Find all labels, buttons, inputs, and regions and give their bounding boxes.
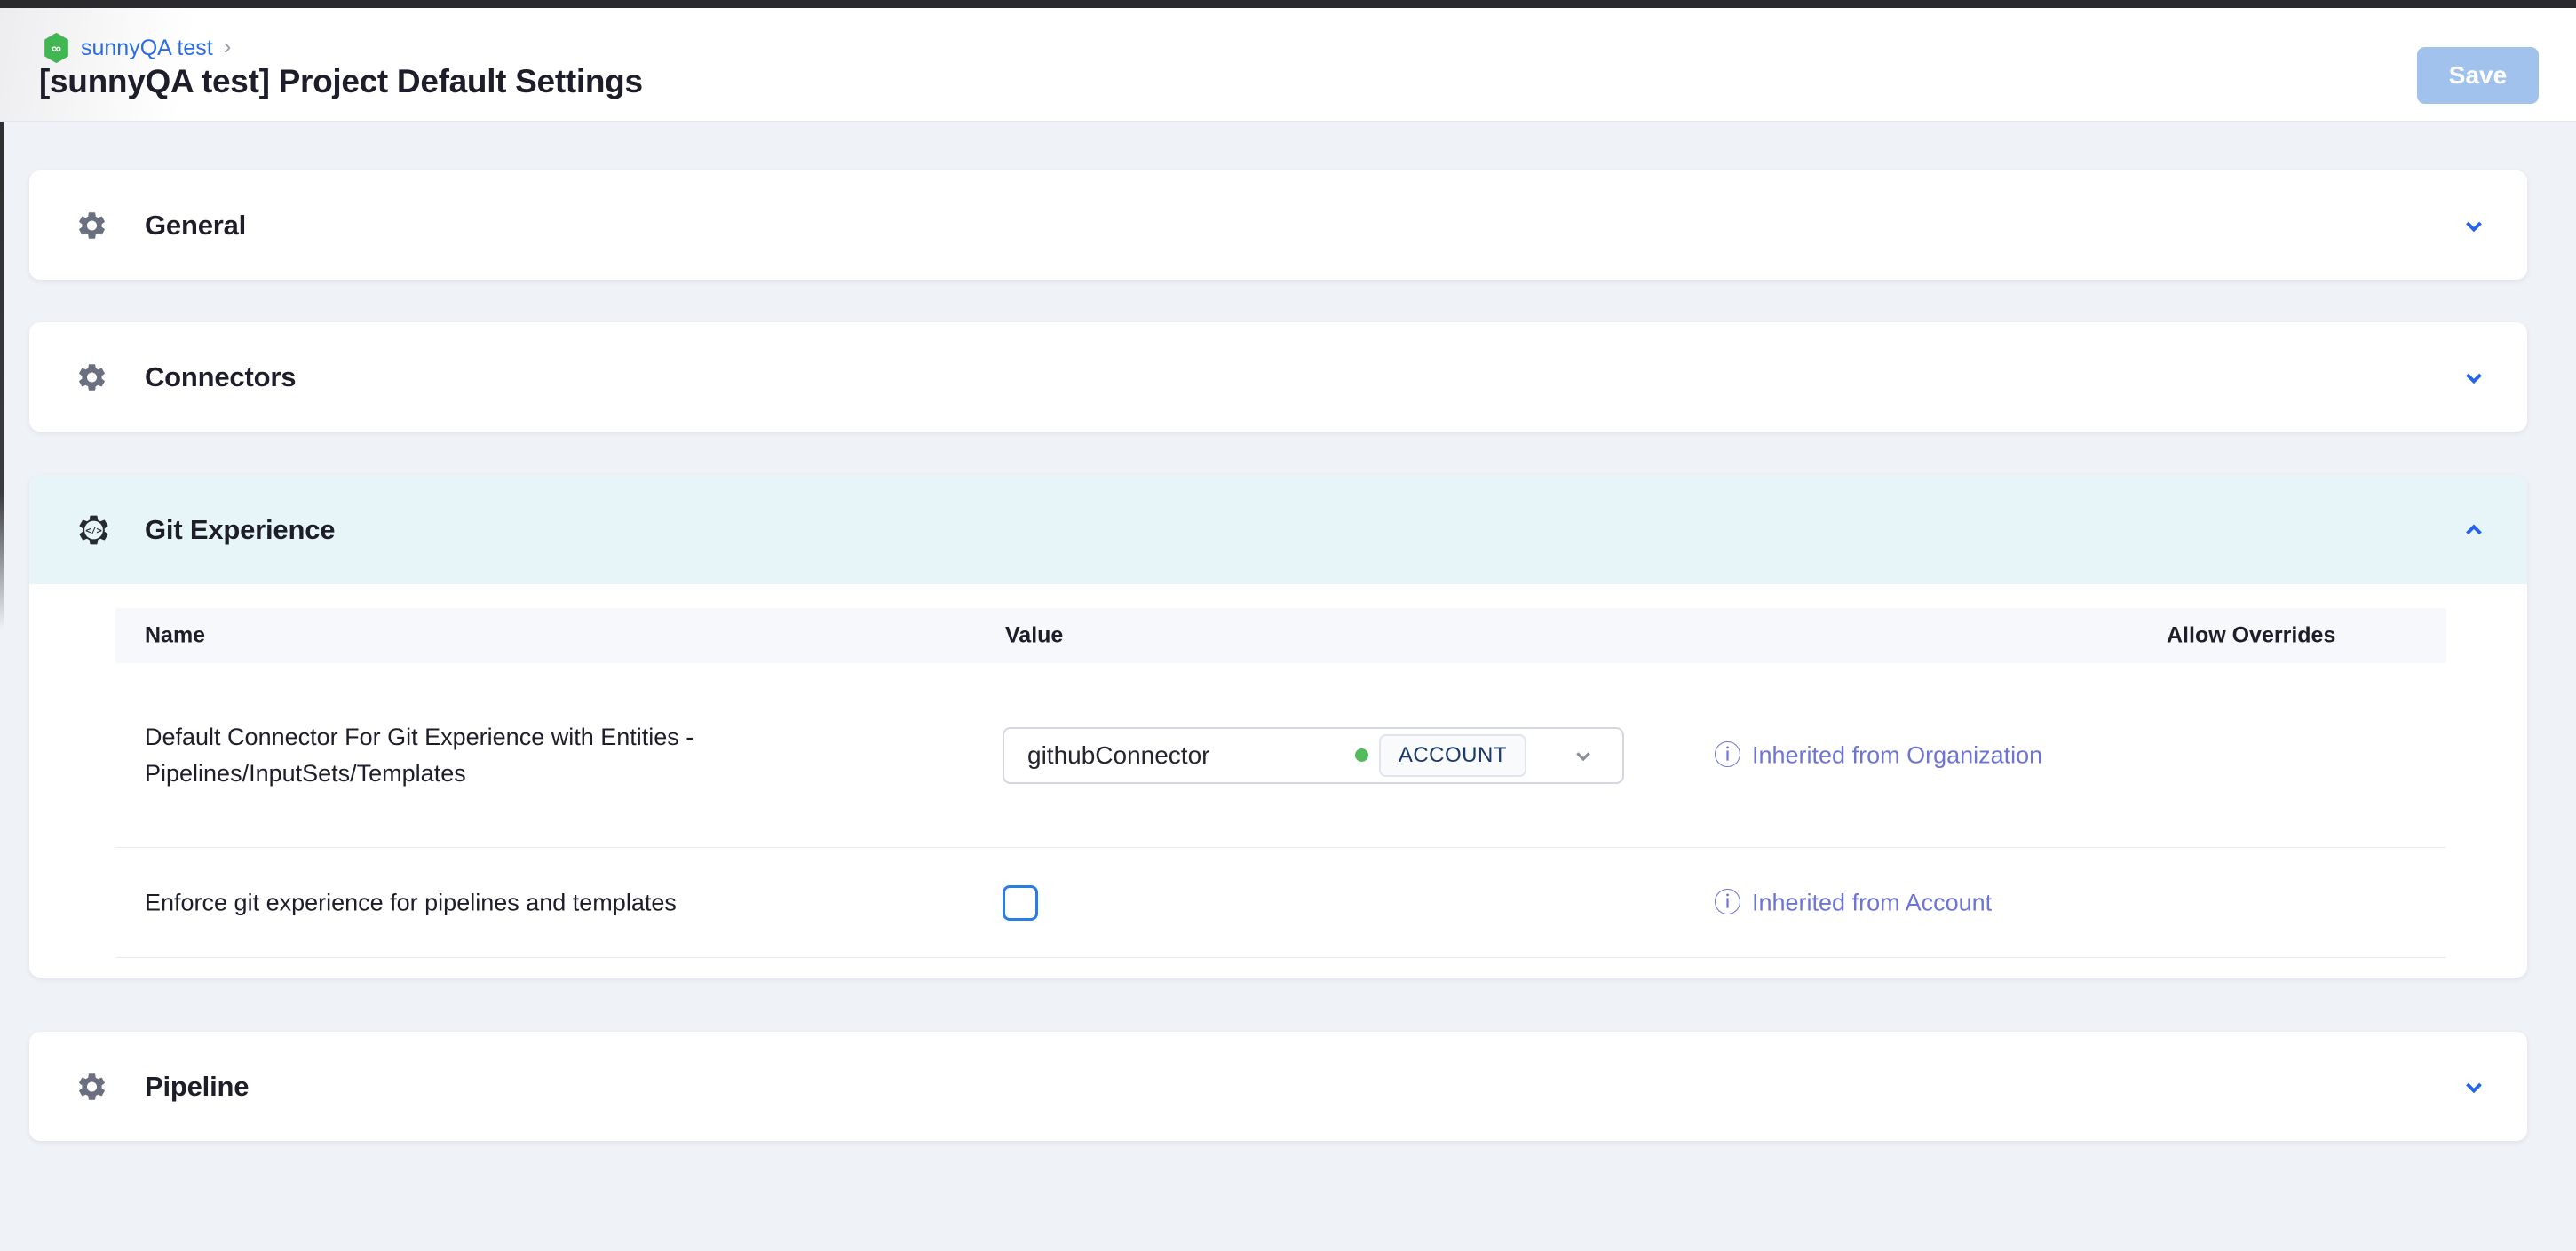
breadcrumb-project-link[interactable]: sunnyQA test: [81, 36, 213, 61]
section-card-pipeline: Pipeline: [29, 1032, 2527, 1141]
chevron-down-icon[interactable]: [2458, 361, 2490, 393]
section-card-git-experience: </> Git Experience Name Value Allow Over…: [29, 475, 2527, 978]
inherited-label: Inherited from Organization: [1752, 741, 2042, 769]
enforce-git-experience-checkbox[interactable]: [1003, 885, 1038, 921]
table-row-default-connector: Default Connector For Git Experience wit…: [115, 663, 2446, 848]
section-card-general: General: [29, 170, 2527, 280]
page-title: [sunnyQA test] Project Default Settings: [39, 63, 643, 100]
gear-icon: [75, 360, 108, 393]
page-header: ∞ sunnyQA test › [sunnyQA test] Project …: [0, 8, 2576, 122]
chevron-down-icon[interactable]: [1569, 741, 1597, 770]
column-header-name: Name: [145, 623, 205, 649]
chevron-down-icon[interactable]: [2458, 210, 2490, 241]
breadcrumb-chevron-icon: ›: [224, 33, 232, 60]
section-header-connectors[interactable]: Connectors: [29, 322, 2527, 432]
save-button[interactable]: Save: [2417, 47, 2539, 104]
gear-icon: [75, 209, 108, 241]
section-title-general: General: [145, 210, 246, 241]
window-top-bar: [0, 0, 2576, 8]
section-card-connectors: Connectors: [29, 322, 2527, 432]
breadcrumb: ∞ sunnyQA test ›: [43, 33, 231, 63]
svg-text:∞: ∞: [52, 41, 61, 56]
section-title-pipeline: Pipeline: [145, 1071, 249, 1103]
connector-select[interactable]: githubConnector ACCOUNT: [1003, 727, 1624, 784]
section-header-general[interactable]: General: [29, 170, 2527, 280]
setting-name: Default Connector For Git Experience wit…: [145, 719, 1011, 792]
git-settings-table: Name Value Allow Overrides Default Conne…: [115, 608, 2446, 958]
section-title-connectors: Connectors: [145, 361, 296, 393]
column-header-value: Value: [1005, 623, 1063, 649]
inherited-label: Inherited from Account: [1752, 889, 1992, 916]
section-header-pipeline[interactable]: Pipeline: [29, 1032, 2527, 1141]
gear-icon: [75, 1070, 108, 1103]
section-title-git-experience: Git Experience: [145, 514, 335, 546]
info-icon: ⓘ: [1714, 889, 1741, 916]
svg-text:</>: </>: [85, 525, 102, 535]
connector-select-value: githubConnector: [1027, 741, 1209, 770]
inherited-from-account-link[interactable]: ⓘ Inherited from Account: [1714, 889, 1992, 916]
project-hexagon-infinity-icon: ∞: [43, 33, 70, 63]
info-icon: ⓘ: [1714, 741, 1741, 769]
table-row-enforce-git-experience: Enforce git experience for pipelines and…: [115, 848, 2446, 958]
table-header-row: Name Value Allow Overrides: [115, 608, 2446, 663]
scope-tag-account: ACCOUNT: [1379, 734, 1526, 777]
connector-status-dot-icon: [1355, 748, 1368, 762]
column-header-allow-overrides: Allow Overrides: [2167, 623, 2335, 649]
section-header-git-experience[interactable]: </> Git Experience: [29, 475, 2527, 584]
git-settings-gear-code-icon: </>: [75, 511, 112, 548]
chevron-down-icon[interactable]: [2458, 1071, 2490, 1103]
inherited-from-organization-link[interactable]: ⓘ Inherited from Organization: [1714, 741, 2042, 769]
chevron-up-icon[interactable]: [2458, 514, 2490, 546]
setting-name: Enforce git experience for pipelines and…: [145, 884, 1011, 921]
